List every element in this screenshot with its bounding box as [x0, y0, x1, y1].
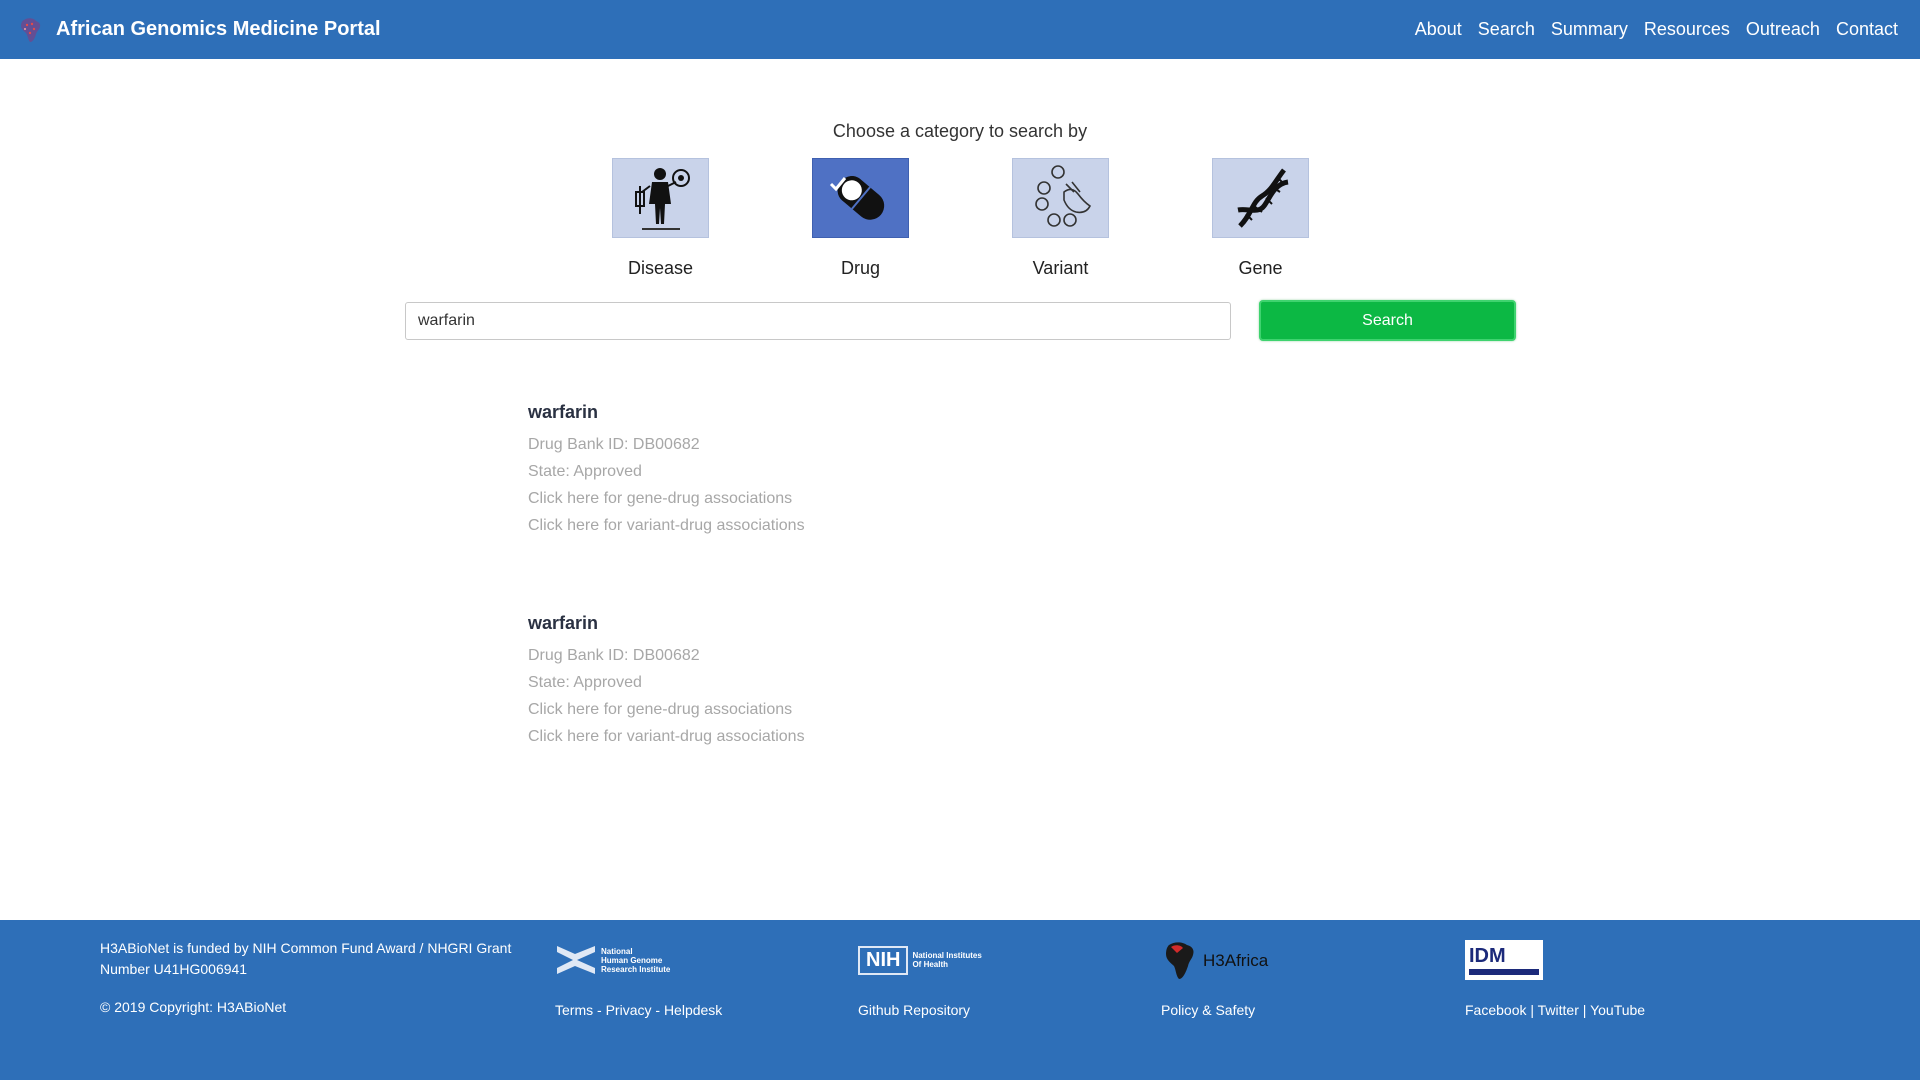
app-title: African Genomics Medicine Portal	[56, 18, 381, 40]
footer-info: H3ABioNet is funded by NIH Common Fund A…	[100, 938, 540, 1018]
h3africa-logo-text: H3Africa	[1203, 950, 1269, 970]
dna-icon	[1237, 168, 1289, 228]
nih-logo-mark: NIH	[858, 945, 909, 975]
africa-logo-icon	[21, 17, 41, 42]
footer-col-nhgri: National Human Genome Research Institute…	[555, 938, 722, 1021]
link-separator: -	[593, 1002, 606, 1018]
idm-logo-band	[1469, 968, 1539, 975]
result-card: warfarin Drug Bank ID: DB00682 State: Ap…	[528, 613, 1128, 750]
category-drug-tile[interactable]	[812, 158, 909, 238]
category-disease-tile[interactable]	[612, 158, 709, 238]
category-drug[interactable]: Drug	[812, 158, 909, 279]
result-state: State: Approved	[528, 674, 642, 691]
nhgri-logo-line: Research Institute	[601, 964, 671, 974]
variant-icon	[1034, 165, 1091, 227]
nav-search[interactable]: Search	[1478, 19, 1535, 40]
search-button[interactable]: Search	[1259, 300, 1516, 341]
brand[interactable]: African Genomics Medicine Portal	[16, 15, 381, 45]
result-drug-name: warfarin	[528, 402, 599, 422]
youtube-link[interactable]: YouTube	[1590, 1002, 1645, 1018]
result-drugbank-id: Drug Bank ID: DB00682	[528, 647, 700, 664]
nav-resources[interactable]: Resources	[1644, 19, 1730, 40]
twitter-link[interactable]: Twitter	[1538, 1002, 1579, 1018]
search-input[interactable]	[405, 302, 1231, 340]
github-links: Github Repository	[858, 1000, 982, 1021]
nih-logo-line: Of Health	[912, 960, 949, 969]
category-disease-label: Disease	[627, 258, 694, 278]
footer: H3ABioNet is funded by NIH Common Fund A…	[0, 920, 1920, 1080]
top-navbar: African Genomics Medicine Portal About S…	[0, 0, 1920, 59]
funding-text: H3ABioNet is funded by NIH Common Fund A…	[100, 940, 512, 977]
copyright-text: © 2019 Copyright: H3ABioNet	[100, 999, 287, 1015]
h3africa-logo[interactable]: H3Africa	[1161, 938, 1268, 982]
github-link[interactable]: Github Repository	[858, 1002, 970, 1018]
policy-links: Policy & Safety	[1161, 1000, 1268, 1021]
nhgri-logo-icon	[557, 946, 595, 974]
nhgri-logo-line: Human Genome	[601, 955, 663, 965]
nav-about[interactable]: About	[1415, 19, 1462, 40]
disease-icon	[634, 168, 690, 230]
nhgri-logo-line: National	[601, 946, 633, 956]
terms-link[interactable]: Terms	[555, 1002, 593, 1018]
idm-logo-text: IDM	[1469, 944, 1506, 967]
nih-logo-line: National Institutes	[912, 951, 982, 960]
variant-drug-link[interactable]: Click here for variant-drug associations	[528, 723, 1128, 750]
main-nav: About Search Summary Resources Outreach …	[1415, 19, 1898, 40]
nih-logo[interactable]: NIH National Institutes Of Health	[858, 938, 982, 982]
footer-col-social: IDM Facebook | Twitter | YouTube	[1465, 938, 1645, 1021]
policy-safety-link[interactable]: Policy & Safety	[1161, 1002, 1255, 1018]
link-separator: |	[1526, 1002, 1538, 1018]
result-drugbank-id: Drug Bank ID: DB00682	[528, 436, 700, 453]
africa-map-icon	[1166, 942, 1194, 979]
footer-col-nih: NIH National Institutes Of Health Github…	[858, 938, 982, 1021]
footer-col-h3africa: H3Africa Policy & Safety	[1161, 938, 1268, 1021]
idm-logo[interactable]: IDM	[1465, 938, 1645, 982]
link-separator: |	[1578, 1002, 1591, 1018]
category-drug-label: Drug	[840, 258, 880, 278]
result-drug-name: warfarin	[528, 613, 599, 633]
nav-outreach[interactable]: Outreach	[1746, 19, 1820, 40]
gene-drug-link[interactable]: Click here for gene-drug associations	[528, 485, 1128, 512]
variant-drug-link[interactable]: Click here for variant-drug associations	[528, 512, 1128, 539]
category-prompt: Choose a category to search by	[832, 121, 1088, 141]
privacy-link[interactable]: Privacy	[606, 1002, 652, 1018]
result-state: State: Approved	[528, 463, 642, 480]
social-links: Facebook | Twitter | YouTube	[1465, 1000, 1645, 1021]
category-gene-tile[interactable]	[1212, 158, 1309, 238]
category-variant-tile[interactable]	[1012, 158, 1109, 238]
pill-icon	[829, 176, 884, 220]
category-gene-label: Gene	[1238, 258, 1283, 278]
nav-contact[interactable]: Contact	[1836, 19, 1898, 40]
category-gene[interactable]: Gene	[1212, 158, 1309, 279]
category-variant-label: Variant	[1032, 258, 1089, 278]
category-disease[interactable]: Disease	[612, 158, 709, 279]
facebook-link[interactable]: Facebook	[1465, 1002, 1526, 1018]
result-card: warfarin Drug Bank ID: DB00682 State: Ap…	[528, 402, 1128, 539]
category-variant[interactable]: Variant	[1012, 158, 1109, 279]
gene-drug-link[interactable]: Click here for gene-drug associations	[528, 696, 1128, 723]
helpdesk-link[interactable]: Helpdesk	[664, 1002, 722, 1018]
nhgri-logo[interactable]: National Human Genome Research Institute	[555, 938, 722, 982]
link-separator: -	[651, 1002, 664, 1018]
legal-links: Terms - Privacy - Helpdesk	[555, 1000, 722, 1021]
nav-summary[interactable]: Summary	[1551, 19, 1628, 40]
